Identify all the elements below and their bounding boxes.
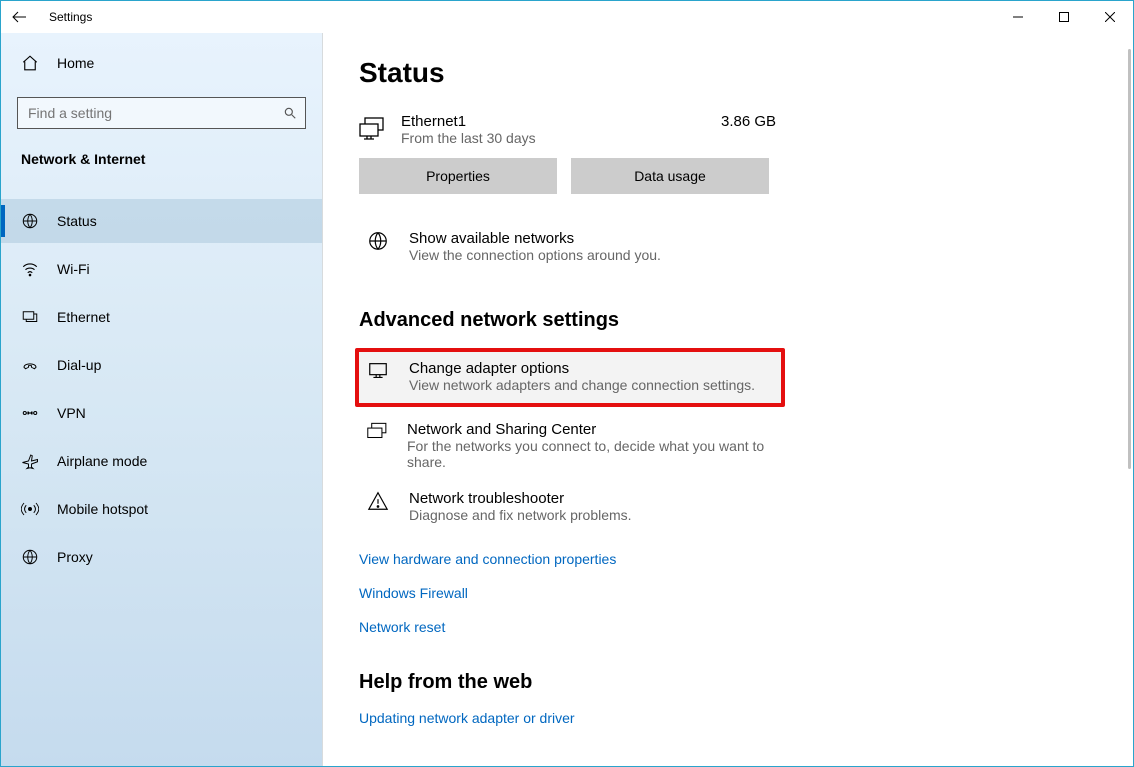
option-title: Change adapter options: [409, 360, 755, 377]
sidebar-item-label: Status: [57, 213, 97, 229]
search-input[interactable]: [17, 97, 306, 129]
sidebar-item-hotspot[interactable]: Mobile hotspot: [1, 487, 322, 531]
network-troubleshooter[interactable]: Network troubleshooter Diagnose and fix …: [359, 480, 774, 533]
connection-name: Ethernet1: [401, 113, 681, 130]
network-sharing-center[interactable]: Network and Sharing Center For the netwo…: [359, 411, 774, 480]
sidebar-item-label: Dial-up: [57, 357, 101, 373]
sidebar-item-ethernet[interactable]: Ethernet: [1, 295, 322, 339]
sidebar-item-label: VPN: [57, 405, 86, 421]
sidebar-item-label: Proxy: [57, 549, 93, 565]
globe-icon: [367, 230, 391, 252]
monitor-icon: [359, 117, 393, 141]
window-title: Settings: [49, 10, 92, 24]
sidebar-item-status[interactable]: Status: [1, 199, 322, 243]
link-hardware-properties[interactable]: View hardware and connection properties: [359, 551, 1097, 567]
sidebar-item-wifi[interactable]: Wi-Fi: [1, 247, 322, 291]
option-title: Network troubleshooter: [409, 490, 632, 507]
minimize-button[interactable]: [995, 1, 1041, 33]
option-subtitle: For the networks you connect to, decide …: [407, 438, 766, 470]
search-icon: [283, 106, 297, 120]
properties-button[interactable]: Properties: [359, 158, 557, 194]
window-controls: [995, 1, 1133, 33]
ethernet-icon: [21, 308, 39, 326]
sidebar-item-dialup[interactable]: Dial-up: [1, 343, 322, 387]
main-content: Status Ethernet1 From the last 30 days 3…: [323, 33, 1133, 766]
sidebar-item-label: Airplane mode: [57, 453, 147, 469]
help-heading: Help from the web: [359, 671, 1097, 694]
airplane-icon: [21, 452, 39, 470]
connection-usage: 3.86 GB: [721, 113, 776, 130]
page-title: Status: [359, 57, 1097, 89]
sidebar: Home Network & Internet: [1, 33, 323, 766]
sidebar-item-label: Wi-Fi: [57, 261, 90, 277]
sharing-icon: [367, 421, 389, 443]
wifi-icon: [21, 260, 39, 278]
adapter-icon: [367, 360, 391, 382]
hotspot-icon: [21, 500, 39, 518]
connection-summary: Ethernet1 From the last 30 days 3.86 GB: [359, 113, 1097, 146]
show-available-networks[interactable]: Show available networks View the connect…: [359, 220, 774, 273]
change-adapter-options[interactable]: Change adapter options View network adap…: [355, 348, 785, 407]
connection-subtitle: From the last 30 days: [401, 130, 681, 146]
maximize-button[interactable]: [1041, 1, 1087, 33]
option-subtitle: View the connection options around you.: [409, 247, 661, 263]
sidebar-item-proxy[interactable]: Proxy: [1, 535, 322, 579]
option-subtitle: View network adapters and change connect…: [409, 377, 755, 393]
link-network-reset[interactable]: Network reset: [359, 619, 1097, 635]
back-button[interactable]: [11, 9, 27, 25]
sidebar-item-vpn[interactable]: VPN: [1, 391, 322, 435]
dialup-icon: [21, 356, 39, 374]
sidebar-home[interactable]: Home: [1, 41, 322, 85]
option-subtitle: Diagnose and fix network problems.: [409, 507, 632, 523]
search-field[interactable]: [26, 104, 283, 122]
warning-icon: [367, 490, 391, 512]
data-usage-button[interactable]: Data usage: [571, 158, 769, 194]
sidebar-item-label: Mobile hotspot: [57, 501, 148, 517]
proxy-icon: [21, 548, 39, 566]
globe-icon: [21, 212, 39, 230]
sidebar-item-airplane[interactable]: Airplane mode: [1, 439, 322, 483]
sidebar-home-label: Home: [57, 55, 94, 71]
option-title: Show available networks: [409, 230, 661, 247]
advanced-heading: Advanced network settings: [359, 309, 1097, 332]
scrollbar[interactable]: [1128, 49, 1131, 469]
close-button[interactable]: [1087, 1, 1133, 33]
sidebar-category: Network & Internet: [1, 151, 322, 167]
title-bar: Settings: [1, 1, 1133, 33]
vpn-icon: [21, 404, 39, 422]
option-title: Network and Sharing Center: [407, 421, 766, 438]
sidebar-item-label: Ethernet: [57, 309, 110, 325]
link-help-update-adapter[interactable]: Updating network adapter or driver: [359, 710, 1097, 726]
settings-window: Settings Home: [0, 0, 1134, 767]
home-icon: [21, 54, 39, 72]
link-windows-firewall[interactable]: Windows Firewall: [359, 585, 1097, 601]
